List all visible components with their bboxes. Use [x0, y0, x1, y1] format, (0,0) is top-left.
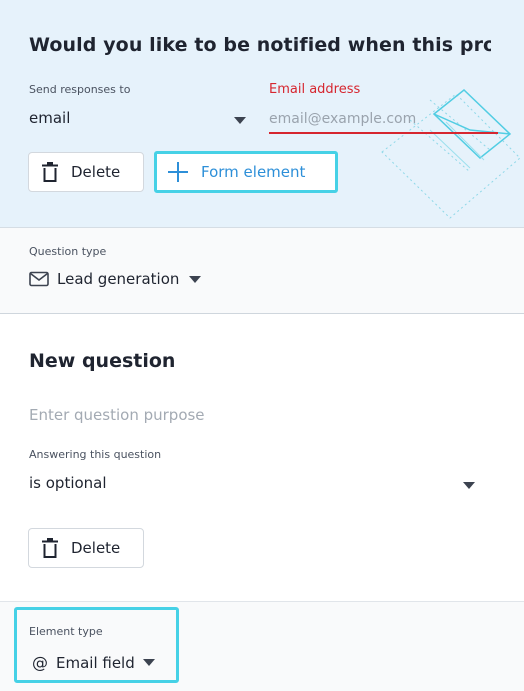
email-address-input[interactable]	[269, 106, 498, 134]
question-type-value: Lead generation	[57, 270, 180, 288]
question-type-label: Question type	[29, 245, 107, 258]
trash-icon	[42, 162, 58, 182]
send-responses-caret-icon[interactable]	[234, 117, 246, 124]
envelope-illustration	[381, 89, 521, 219]
delete-question-button[interactable]: Delete	[28, 528, 144, 568]
form-element-button[interactable]: Form element	[154, 151, 338, 193]
new-question-card: New question Answering this question is …	[0, 314, 524, 602]
element-type-value: Email field	[56, 653, 135, 672]
at-icon: @	[32, 653, 48, 672]
question-purpose-input[interactable]	[29, 403, 489, 427]
mail-icon	[29, 271, 49, 287]
answering-select[interactable]: is optional	[29, 474, 107, 492]
email-address-label: Email address	[269, 82, 361, 97]
plus-icon	[168, 162, 188, 182]
caret-down-icon	[189, 275, 202, 283]
question-type-card: Question type Lead generation	[0, 228, 524, 314]
question-type-select[interactable]: Lead generation	[29, 270, 202, 288]
trash-icon	[42, 538, 58, 558]
element-type-value-row[interactable]: @ Email field	[32, 653, 155, 672]
send-responses-label: Send responses to	[29, 83, 131, 96]
notification-card: Would you like to be notified when this …	[0, 0, 524, 228]
delete-button[interactable]: Delete	[28, 152, 144, 192]
element-type-card: Element type @ Email field	[0, 602, 524, 691]
answering-label: Answering this question	[29, 448, 162, 461]
send-responses-select[interactable]: email	[29, 109, 70, 127]
new-question-title: New question	[29, 350, 176, 372]
form-element-button-label: Form element	[201, 163, 306, 181]
element-type-label: Element type	[29, 625, 103, 638]
answering-caret-icon[interactable]	[463, 482, 475, 489]
delete-button-label: Delete	[71, 163, 121, 181]
notification-title: Would you like to be notified when this …	[29, 34, 491, 56]
element-type-select[interactable]: Element type @ Email field	[14, 607, 179, 683]
caret-down-icon	[142, 659, 155, 666]
delete-question-button-label: Delete	[71, 539, 121, 557]
